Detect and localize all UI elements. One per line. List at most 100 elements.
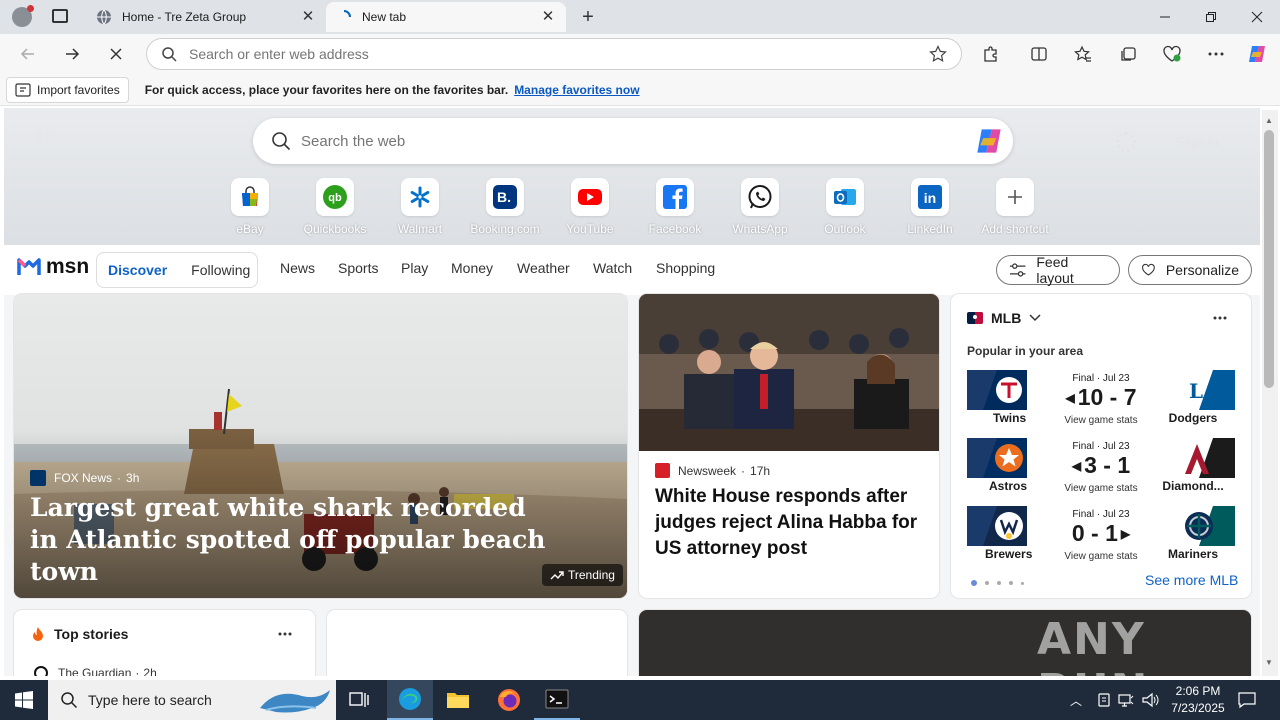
taskbar-edge-button[interactable] (387, 680, 433, 720)
view-game-stats-link[interactable]: View game stats (1053, 415, 1149, 426)
more-horizontal-icon (1208, 52, 1224, 56)
profile-avatar-icon[interactable] (12, 5, 34, 27)
view-game-stats-link[interactable]: View game stats (1053, 483, 1149, 494)
nav-sports[interactable]: Sports (338, 260, 378, 276)
nav-news[interactable]: News (280, 260, 315, 276)
page-settings-icon[interactable] (1116, 132, 1136, 152)
minimize-button[interactable] (1142, 0, 1188, 34)
favorites-star-icon (1074, 45, 1091, 62)
add-shortcut-button[interactable]: Add shortcut (975, 178, 1055, 236)
tab-home-tre-zeta[interactable]: Home - Tre Zeta Group ✕ (86, 2, 326, 32)
sign-in-link[interactable]: Sign in (1176, 134, 1219, 150)
collections-button[interactable] (1112, 38, 1144, 70)
shortcut-ebay[interactable]: eBay (210, 178, 290, 236)
carousel-dot[interactable] (1021, 581, 1024, 585)
featured-story-card[interactable]: FOX News · 3h Largest great white shark … (14, 294, 627, 598)
shortcut-linkedin[interactable]: in LinkedIn (890, 178, 970, 236)
stop-loading-button[interactable] (100, 38, 132, 70)
tab-new-tab[interactable]: New tab ✕ (326, 2, 566, 32)
nav-weather[interactable]: Weather (517, 260, 570, 276)
shortcut-quickbooks[interactable]: qb Quickbooks (295, 178, 375, 236)
personalize-button[interactable]: Personalize (1128, 255, 1252, 285)
nav-shopping[interactable]: Shopping (656, 260, 715, 276)
shortcut-facebook[interactable]: Facebook (635, 178, 715, 236)
carousel-dot[interactable] (997, 581, 1001, 585)
youtube-icon (571, 178, 609, 216)
task-view-button[interactable] (336, 680, 382, 720)
taskbar-search-box[interactable]: Type here to search (48, 680, 336, 720)
clock-time: 2:06 PM (1175, 684, 1221, 698)
feed-layout-button[interactable]: Feed layout (996, 254, 1120, 286)
featured-headline[interactable]: Largest great white shark recorded in At… (30, 492, 550, 588)
game-row[interactable]: Twins Final · Jul 23 ◀ 10 - 7 View game s… (967, 370, 1235, 430)
clock-date: 7/23/2025 (1171, 701, 1225, 715)
game-row[interactable]: Astros Final · Jul 23 ◀ 3 - 1 View game s… (967, 438, 1235, 498)
scroll-down-icon[interactable]: ▼ (1265, 658, 1273, 667)
shortcut-outlook[interactable]: Outlook (805, 178, 885, 236)
favorites-button[interactable] (1067, 38, 1099, 70)
story-card-newsweek[interactable]: Newsweek · 17h White House responds afte… (639, 294, 939, 598)
taskbar-file-explorer-button[interactable] (435, 680, 481, 720)
copilot-icon[interactable] (973, 125, 1005, 157)
split-screen-button[interactable] (1023, 38, 1055, 70)
web-search-input[interactable] (301, 132, 973, 150)
forward-button[interactable] (56, 38, 88, 70)
scrollbar-thumb[interactable] (1264, 130, 1274, 388)
story-card-dark[interactable]: ANY RUN (639, 610, 1251, 676)
mlb-header[interactable]: MLB (967, 310, 1041, 326)
browser-essentials-button[interactable] (1156, 38, 1188, 70)
address-input[interactable] (189, 46, 929, 62)
apps-launcher-icon[interactable] (38, 132, 58, 152)
msn-logo[interactable]: msn (16, 254, 89, 280)
close-window-button[interactable] (1234, 0, 1280, 34)
scroll-up-icon[interactable]: ▲ (1265, 116, 1273, 125)
volume-icon[interactable] (1142, 692, 1160, 708)
see-more-mlb-link[interactable]: See more MLB (1145, 572, 1238, 588)
restore-button[interactable] (1188, 0, 1234, 34)
back-button[interactable] (12, 38, 44, 70)
personalize-label: Personalize (1165, 262, 1239, 278)
copilot-button[interactable] (1241, 38, 1273, 70)
start-button[interactable] (0, 680, 48, 720)
carousel-dot-active[interactable] (971, 580, 977, 586)
tab-close-icon[interactable]: ✕ (300, 9, 316, 25)
nav-money[interactable]: Money (451, 260, 493, 276)
taskbar-firefox-button[interactable] (486, 680, 532, 720)
system-clock[interactable]: 2:06 PM 7/23/2025 (1166, 683, 1230, 717)
extensions-button[interactable] (975, 38, 1007, 70)
settings-more-button[interactable] (1200, 38, 1232, 70)
network-icon[interactable] (1118, 692, 1134, 708)
plus-icon (996, 178, 1034, 216)
tab-discover[interactable]: Discover (108, 262, 167, 278)
nav-play[interactable]: Play (401, 260, 428, 276)
taskbar-terminal-button[interactable] (534, 680, 580, 720)
import-favorites-button[interactable]: Import favorites (6, 76, 129, 103)
tab-close-icon[interactable]: ✕ (540, 9, 556, 25)
shortcut-walmart[interactable]: Walmart (380, 178, 460, 236)
new-tab-button[interactable]: + (576, 6, 600, 28)
shortcut-youtube[interactable]: YouTube (550, 178, 630, 236)
star-icon[interactable] (929, 45, 947, 63)
nav-watch[interactable]: Watch (593, 260, 632, 276)
story-headline[interactable]: White House responds after judges reject… (655, 484, 927, 562)
show-hidden-icons-icon[interactable]: ︿ (1070, 692, 1082, 709)
view-game-stats-link[interactable]: View game stats (1053, 551, 1149, 562)
tab-actions-icon[interactable] (52, 9, 68, 23)
web-search-box[interactable] (253, 118, 1013, 164)
manage-favorites-link[interactable]: Manage favorites now (514, 83, 639, 97)
windows-logo-icon (15, 691, 33, 709)
carousel-dot[interactable] (985, 581, 989, 585)
address-bar[interactable] (146, 38, 962, 70)
carousel-dot[interactable] (1009, 581, 1013, 585)
copilot-icon (1249, 46, 1265, 62)
more-options-icon[interactable] (278, 632, 292, 636)
notification-center-icon[interactable] (1238, 691, 1256, 709)
vertical-scrollbar[interactable]: ▲ ▼ (1262, 110, 1278, 676)
more-options-icon[interactable] (1213, 316, 1227, 320)
shortcut-whatsapp[interactable]: WhatsApp (720, 178, 800, 236)
game-row[interactable]: Brewers Final · Jul 23 0 - 1 ▶ View game … (967, 506, 1235, 566)
story-card-placeholder[interactable] (327, 610, 627, 676)
shortcut-booking[interactable]: B. Booking.com (465, 178, 545, 236)
tab-following[interactable]: Following (191, 262, 250, 278)
usb-device-icon[interactable] (1096, 692, 1112, 708)
